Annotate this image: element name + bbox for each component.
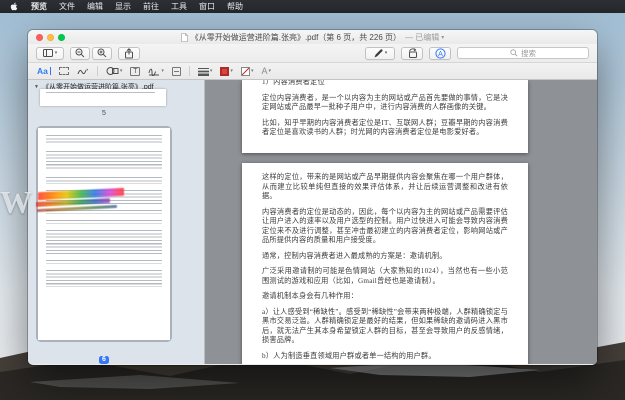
text-selection-label: Aa: [37, 66, 48, 76]
menu-bar: 预览 文件 编辑 显示 前往 工具 窗口 帮助: [0, 0, 625, 13]
chevron-down-icon: ▾: [210, 68, 213, 74]
menu-item-view[interactable]: 显示: [115, 1, 131, 12]
menu-item-help[interactable]: 帮助: [227, 1, 243, 12]
text-selection-tool[interactable]: Aa: [37, 66, 51, 76]
paragraph: 内容消费者的定位是动态的，因此，每个以内容为主的网站或产品需要评估让用户进入的速…: [262, 208, 508, 246]
document-proxy-icon[interactable]: [181, 33, 188, 42]
text-style-label: A: [261, 66, 267, 76]
title-bar[interactable]: 《从零开始做运营进阶篇.张亮》.pdf（第 6 页，共 226 页） — 已编辑…: [28, 30, 597, 44]
traffic-lights: [36, 34, 65, 41]
search-placeholder: 搜索: [521, 48, 536, 59]
paragraph: 广泛采用邀请制的可能是色情网站（大家熟知的1024），当然也有一些小范围测试的游…: [262, 267, 508, 286]
thumbnail-text-lines: [46, 177, 162, 184]
text-box-label: T: [130, 67, 140, 76]
pdf-page-top: 1）内容消费者定位 定位内容消费者，是一个以内容为主的网站或产品首先要做的事情，…: [242, 80, 528, 153]
paragraph: 通常，控制内容消费者进入最成熟的方案是：邀请机制。: [262, 252, 508, 262]
thumbnail-text-lines: [46, 230, 162, 254]
thumbnail-text-lines: [46, 260, 162, 264]
page-5-thumbnail[interactable]: [40, 89, 166, 106]
thumbnail-text-line: [46, 92, 155, 93]
main-toolbar: ▾ ▾ A: [28, 44, 597, 63]
window-title: 《从零开始做运营进阶篇.张亮》.pdf（第 6 页，共 226 页）: [191, 32, 401, 43]
section-heading: 1）内容消费者定位: [262, 80, 508, 88]
markup-toolbar: Aa ▾ T ▾ ▾ ▾ ▾ A ▾: [28, 63, 597, 80]
minimize-button[interactable]: [47, 34, 54, 41]
chevron-down-icon: ▾: [120, 68, 123, 74]
paragraph: 定位内容消费者，是一个以内容为主的网站或产品首先要做的事情，它是决定网站或产品最…: [262, 94, 508, 113]
pdf-view[interactable]: 1）内容消费者定位 定位内容消费者，是一个以内容为主的网站或产品首先要做的事情，…: [205, 80, 597, 364]
rectangular-selection-tool[interactable]: [59, 67, 69, 75]
text-box-tool[interactable]: T: [130, 67, 140, 76]
shapes-tool[interactable]: ▾: [106, 66, 123, 76]
svg-text:A: A: [438, 51, 443, 58]
thumbnail-text-lines: [46, 135, 162, 145]
markup-pen-button[interactable]: ▾: [365, 47, 395, 60]
page-6-thumbnail-selected[interactable]: [36, 126, 172, 342]
close-button[interactable]: [36, 34, 43, 41]
markup-toolbar-toggle-button[interactable]: A: [429, 47, 451, 60]
sketch-tool[interactable]: [77, 66, 89, 76]
pdf-page-current: 这样的定位，带来的是网站或产品早期提供内容会聚焦在哪一个用户群体，从而建立比较单…: [242, 163, 528, 364]
note-tool[interactable]: [172, 67, 181, 76]
thumbnail-text-lines: [46, 270, 162, 287]
thumbnail-text-lines: [46, 190, 162, 204]
chevron-down-icon: ▾: [230, 68, 233, 74]
chevron-down-icon: ▾: [161, 68, 164, 74]
thumbnail-text-lines: [46, 210, 162, 214]
search-input[interactable]: 搜索: [457, 47, 589, 59]
border-color-tool[interactable]: ▾: [220, 67, 233, 76]
menu-item-edit[interactable]: 编辑: [87, 1, 103, 12]
paragraph: a）让人感受到“稀缺性”。感受到“稀缺性”会带来两种极端，人群精确锁定与黑市交易…: [262, 308, 508, 346]
zoom-out-button[interactable]: [70, 47, 90, 60]
chevron-down-icon: ▾: [385, 50, 388, 56]
chevron-down-icon: ▾: [251, 68, 254, 74]
page-6-thumbnail-content: [38, 128, 170, 340]
toolbar-divider: [189, 66, 190, 76]
chevron-down-icon: ▾: [55, 50, 58, 56]
menu-item-window[interactable]: 窗口: [199, 1, 215, 12]
thumbnail-text-lines: [46, 220, 162, 224]
chevron-down-icon: ▾: [268, 68, 271, 74]
menu-item-file[interactable]: 文件: [59, 1, 75, 12]
paragraph: b）人为制造垂直领域用户群或者单一结构的用户群。: [262, 352, 508, 362]
fill-color-tool[interactable]: ▾: [241, 67, 254, 76]
paragraph: 这样的定位，带来的是网站或产品早期提供内容会聚焦在哪一个用户群体，从而建立比较单…: [262, 173, 508, 202]
thumbnail-text-lines: [46, 151, 162, 171]
sign-tool[interactable]: ▾: [148, 66, 164, 76]
page-5-label: 5: [28, 110, 180, 117]
sidebar-view-button[interactable]: ▾: [36, 47, 64, 60]
fullscreen-button[interactable]: [58, 34, 65, 41]
menu-item-preview[interactable]: 预览: [31, 1, 47, 12]
page-6-badge: 6: [28, 348, 180, 364]
title-chevron-icon[interactable]: ▾: [441, 34, 444, 41]
text-style-tool[interactable]: A ▾: [261, 66, 271, 76]
zoom-in-button[interactable]: [92, 47, 112, 60]
paragraph: 比如，知乎早期的内容消费者定位是IT、互联网人群；豆瓣早期的内容消费者定位是喜欢…: [262, 119, 508, 138]
edited-status: — 已编辑: [405, 32, 439, 43]
share-button[interactable]: [118, 47, 140, 60]
shape-style-tool[interactable]: ▾: [198, 67, 213, 76]
toolbar-divider: [97, 66, 98, 76]
menu-item-tools[interactable]: 工具: [171, 1, 187, 12]
apple-menu-icon[interactable]: [10, 2, 19, 12]
menu-item-go[interactable]: 前往: [143, 1, 159, 12]
window-content: ▼ 《从零开始做运营进阶篇.张亮》.pdf 5: [28, 80, 597, 364]
thumbnail-sidebar: ▼ 《从零开始做运营进阶篇.张亮》.pdf 5: [28, 80, 205, 364]
paragraph: 邀请机制本身会有几种作用：: [262, 292, 508, 302]
rotate-left-button[interactable]: [401, 47, 423, 60]
preview-window: 《从零开始做运营进阶篇.张亮》.pdf（第 6 页，共 226 页） — 已编辑…: [28, 30, 597, 365]
page-6-label: 6: [99, 356, 110, 364]
disclosure-triangle-icon[interactable]: ▼: [34, 84, 39, 90]
